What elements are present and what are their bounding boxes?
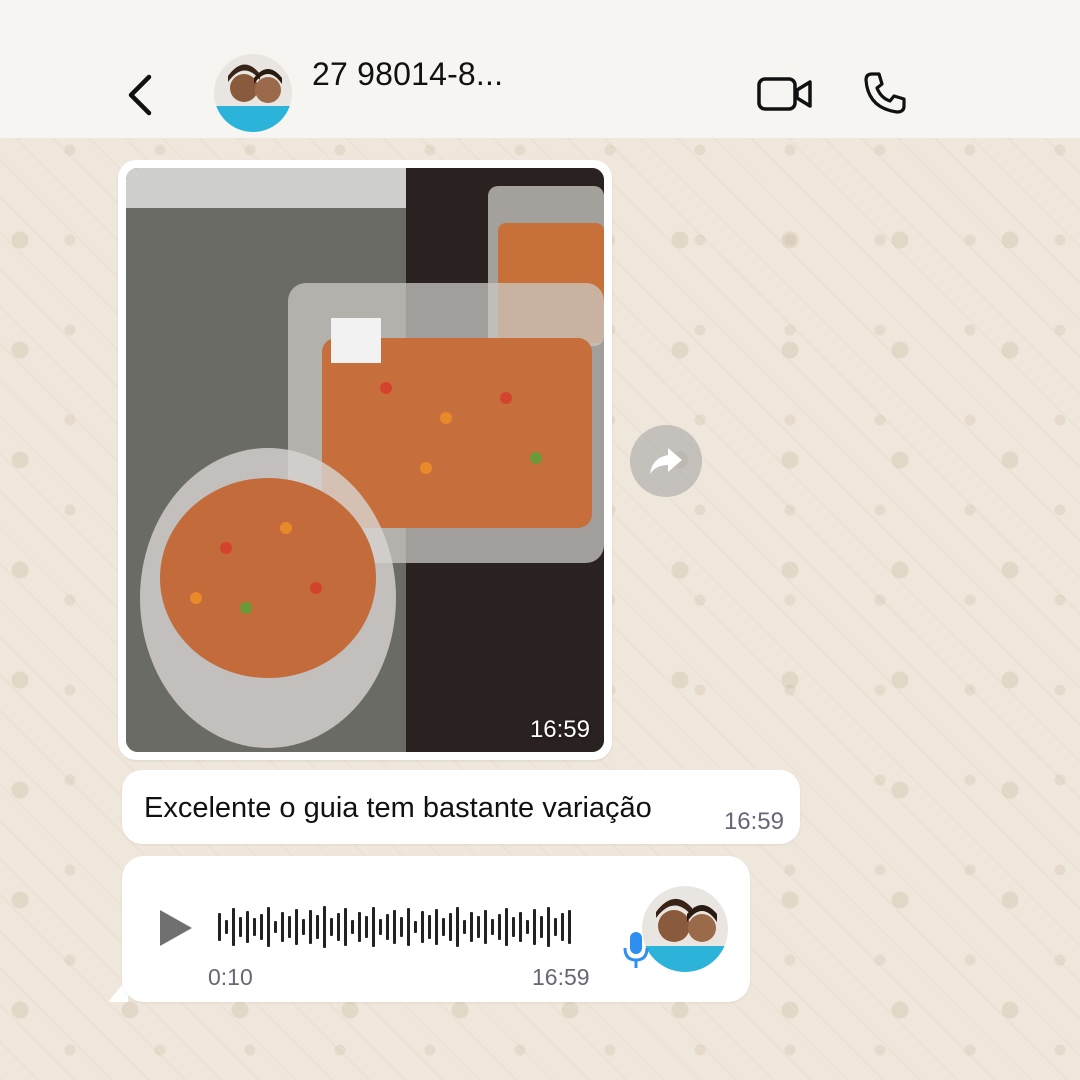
waveform-bar [337, 913, 340, 941]
waveform-bar [379, 919, 382, 935]
contact-avatar[interactable] [214, 54, 292, 132]
waveform-bar [372, 907, 375, 947]
waveform-bar [323, 906, 326, 948]
waveform-bar [414, 921, 417, 933]
waveform-bar [281, 912, 284, 942]
waveform-bar [393, 910, 396, 944]
waveform-bar [484, 910, 487, 944]
waveform-bar [316, 915, 319, 939]
waveform-bar [519, 912, 522, 942]
waveform-bar [505, 908, 508, 946]
waveform-bar [568, 910, 571, 944]
waveform-bar [330, 918, 333, 936]
waveform-bar [239, 917, 242, 937]
waveform-bar [512, 917, 515, 937]
waveform-bar [344, 908, 347, 946]
waveform-bar [386, 914, 389, 940]
video-camera-icon [757, 77, 812, 111]
waveform-bar [491, 919, 494, 935]
voice-call-button[interactable] [862, 70, 908, 116]
waveform-bar [561, 913, 564, 941]
audio-waveform[interactable] [218, 902, 598, 952]
waveform-bar [225, 920, 228, 934]
waveform-bar [253, 918, 256, 936]
waveform-bar [267, 907, 270, 947]
chevron-left-icon [128, 74, 152, 116]
waveform-bar [533, 909, 536, 945]
video-call-button[interactable] [756, 72, 814, 116]
play-icon [160, 910, 192, 946]
voice-duration: 0:10 [208, 964, 253, 990]
waveform-bar [260, 914, 263, 940]
back-button[interactable] [118, 70, 162, 120]
waveform-bar [400, 917, 403, 937]
waveform-bar [470, 912, 473, 942]
food-photo[interactable]: 16:59 [126, 168, 604, 752]
waveform-bar [428, 915, 431, 939]
phone-icon [864, 72, 906, 114]
waveform-bar [365, 916, 368, 938]
image-timestamp: 16:59 [529, 716, 590, 743]
waveform-bar [218, 913, 221, 941]
waveform-bar [351, 920, 354, 934]
contact-name[interactable]: 27 98014-8... [312, 56, 503, 93]
text-message-bubble[interactable]: Excelente o guia tem bastante variação 1… [122, 770, 800, 844]
waveform-bar [554, 918, 557, 936]
waveform-bar [309, 910, 312, 944]
waveform-bar [477, 916, 480, 938]
forward-arrow-icon [650, 448, 682, 474]
waveform-bar [463, 920, 466, 934]
waveform-bar [302, 919, 305, 935]
waveform-bar [435, 909, 438, 945]
waveform-bar [442, 918, 445, 936]
voice-message-bubble[interactable]: 0:10 16:59 [122, 856, 750, 1002]
waveform-bar [288, 916, 291, 938]
forward-button[interactable] [630, 425, 702, 497]
waveform-bar [358, 912, 361, 942]
sender-avatar [642, 886, 728, 972]
waveform-bar [246, 911, 249, 943]
waveform-bar [498, 914, 501, 940]
play-button[interactable] [156, 906, 196, 950]
image-message-bubble[interactable]: 16:59 [118, 160, 612, 760]
waveform-bar [456, 907, 459, 947]
waveform-bar [547, 907, 550, 947]
waveform-bar [407, 908, 410, 946]
voice-timestamp: 16:59 [532, 964, 590, 990]
waveform-bar [232, 908, 235, 946]
waveform-bar [526, 920, 529, 934]
message-timestamp: 16:59 [723, 808, 784, 835]
waveform-bar [540, 916, 543, 938]
waveform-bar [421, 911, 424, 943]
message-text: Excelente o guia tem bastante variação [144, 792, 652, 824]
microphone-icon [622, 930, 650, 970]
waveform-bar [274, 921, 277, 933]
waveform-bar [295, 909, 298, 945]
chat-header: 27 98014-8... [0, 0, 1080, 138]
waveform-bar [449, 913, 452, 941]
